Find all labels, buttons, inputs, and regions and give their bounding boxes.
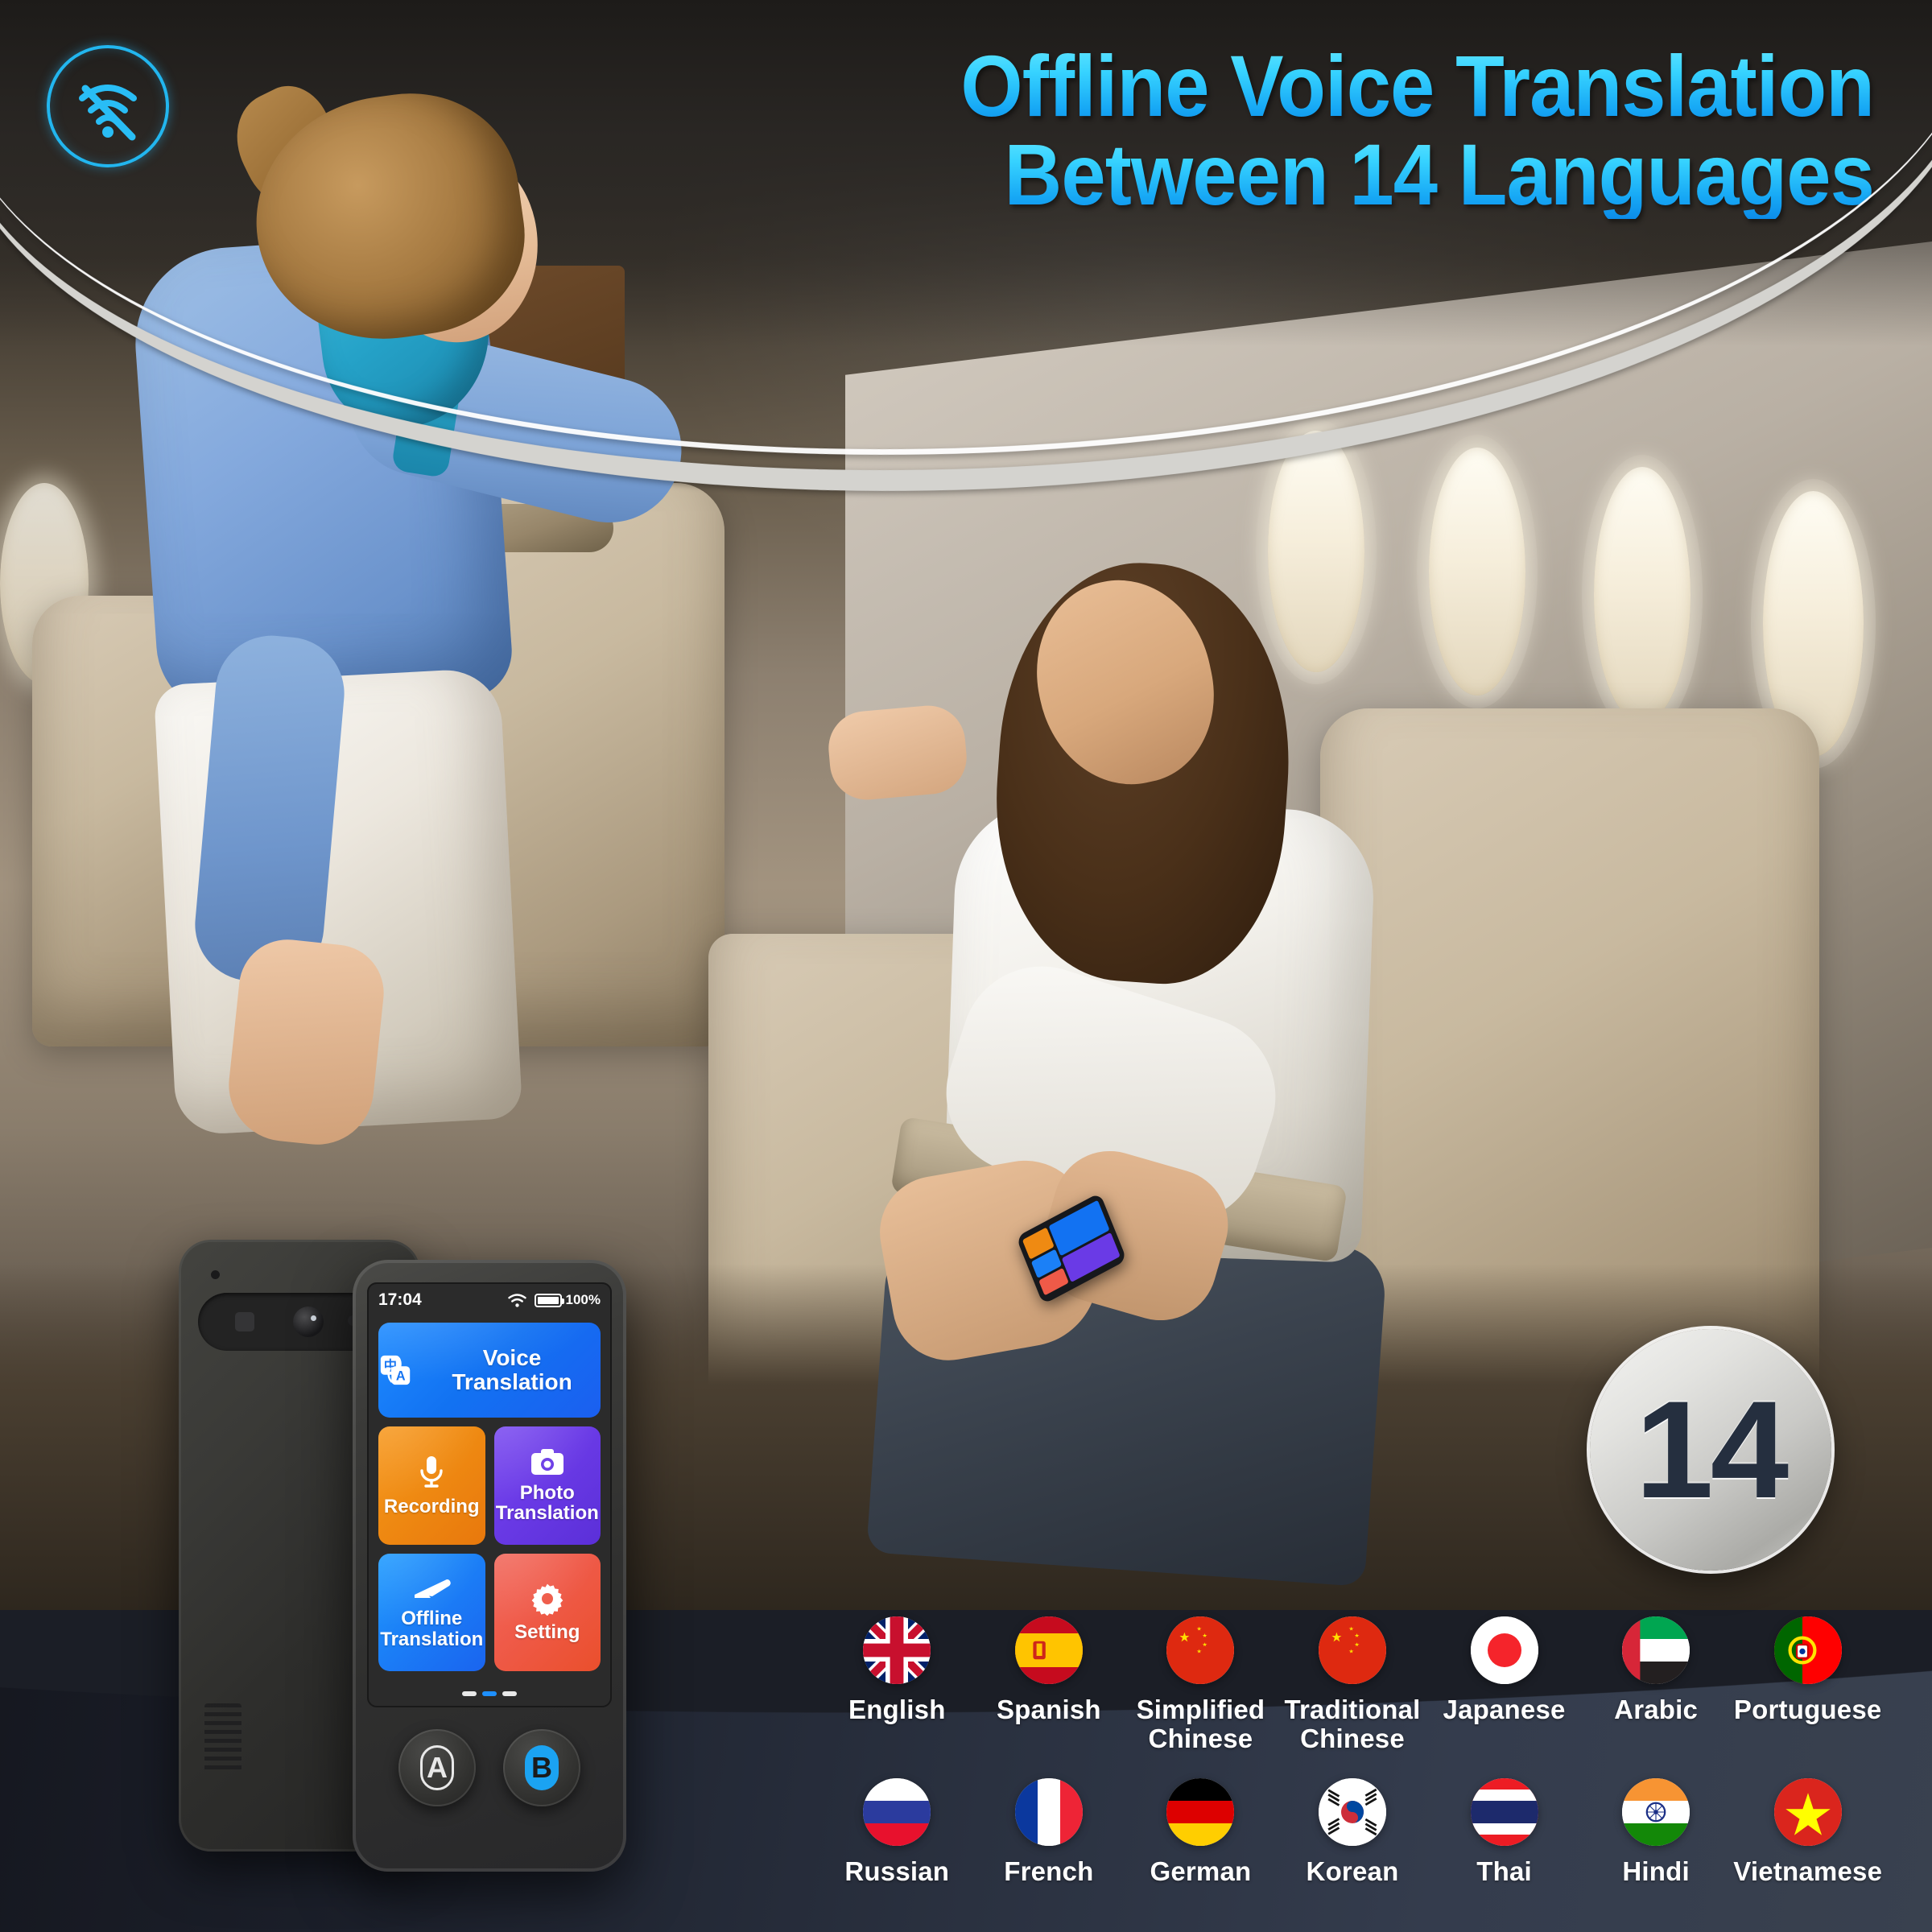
translate-target-char: A	[396, 1368, 406, 1383]
cabin-window	[1429, 448, 1525, 696]
page-indicator[interactable]	[378, 1680, 601, 1707]
language-item-french[interactable]: French	[973, 1778, 1125, 1886]
language-count-value: 14	[1635, 1373, 1789, 1527]
tile-label: Setting	[514, 1620, 580, 1643]
tile-label: Recording	[383, 1496, 480, 1518]
sensor-dot-icon	[211, 1270, 220, 1279]
battery-full-icon	[534, 1293, 564, 1307]
translate-icon: 中 A	[380, 1355, 411, 1385]
language-item-arabic[interactable]: Arabic	[1580, 1616, 1732, 1752]
status-time: 17:04	[378, 1290, 422, 1309]
language-label: Korean	[1306, 1856, 1399, 1887]
language-item-spanish[interactable]: Spanish	[973, 1616, 1125, 1752]
tile-setting[interactable]: Setting	[493, 1553, 601, 1671]
flag-uk-icon	[863, 1616, 931, 1684]
page-dot-active[interactable]	[482, 1691, 497, 1696]
language-flag-grid: English Spanish Simplified Chinese Tradi…	[821, 1616, 1884, 1886]
tile-photo-translation[interactable]: Photo Translation	[493, 1426, 601, 1545]
button-a-label: A	[420, 1745, 454, 1790]
microphone-icon	[420, 1456, 443, 1488]
language-item-english[interactable]: English	[821, 1616, 973, 1752]
battery-percent: 100%	[565, 1292, 601, 1307]
language-item-simplified-chinese[interactable]: Simplified Chinese	[1125, 1616, 1277, 1752]
flag-china-icon	[1318, 1616, 1386, 1684]
language-label: Simplified Chinese	[1136, 1695, 1265, 1753]
button-b[interactable]: B	[503, 1729, 580, 1806]
flag-uae-icon	[1622, 1616, 1690, 1684]
speaker-grille	[204, 1703, 242, 1774]
language-item-traditional-chinese[interactable]: Traditional Chinese	[1277, 1616, 1429, 1752]
button-b-label: B	[525, 1745, 559, 1790]
cabin-window	[1594, 467, 1690, 723]
language-label: Thai	[1476, 1856, 1532, 1887]
tile-recording[interactable]: Recording	[378, 1426, 485, 1545]
camera-lens-icon	[293, 1307, 324, 1337]
flag-korea-icon	[1318, 1778, 1386, 1847]
flag-japan-icon	[1470, 1616, 1538, 1684]
tile-row: Offline Translation Setting	[378, 1553, 601, 1671]
flag-spain-icon	[1014, 1616, 1083, 1684]
translator-device-front: 17:04 100% 中 A Voice Translation Recordi…	[353, 1260, 626, 1872]
camera-icon	[530, 1448, 564, 1475]
language-item-japanese[interactable]: Japanese	[1428, 1616, 1580, 1752]
language-label: German	[1150, 1856, 1252, 1887]
tile-voice-translation[interactable]: 中 A Voice Translation	[378, 1323, 601, 1418]
flag-vietnam-icon	[1773, 1778, 1842, 1847]
button-a[interactable]: A	[398, 1729, 476, 1806]
language-label: English	[848, 1695, 946, 1724]
language-item-portuguese[interactable]: Portuguese	[1732, 1616, 1884, 1752]
tile-offline-translation[interactable]: Offline Translation	[378, 1553, 485, 1671]
page-dot[interactable]	[502, 1691, 517, 1696]
attendant-hand	[825, 702, 970, 803]
device-buttons: A B	[367, 1707, 612, 1828]
attendant-lower-hand	[223, 935, 389, 1150]
airplane-icon	[415, 1579, 451, 1599]
language-label: Traditional Chinese	[1284, 1695, 1421, 1753]
wifi-icon	[507, 1293, 526, 1307]
language-label: Spanish	[996, 1695, 1101, 1724]
language-item-vietnamese[interactable]: Vietnamese	[1732, 1778, 1884, 1886]
language-item-hindi[interactable]: Hindi	[1580, 1778, 1732, 1886]
language-label: Arabic	[1614, 1695, 1699, 1724]
flag-thailand-icon	[1470, 1778, 1538, 1847]
flag-portugal-icon	[1773, 1616, 1842, 1684]
flag-france-icon	[1014, 1778, 1083, 1847]
marketing-banner: Offline Voice Translation Between 14 Lan…	[0, 0, 1932, 1932]
language-label: Russian	[844, 1856, 950, 1887]
gear-icon	[531, 1583, 564, 1616]
tile-label: Photo Translation	[495, 1481, 599, 1525]
language-item-thai[interactable]: Thai	[1428, 1778, 1580, 1886]
cabin-window	[1268, 431, 1364, 672]
language-count-badge: 14	[1590, 1329, 1831, 1571]
tile-label: Voice Translation	[452, 1345, 572, 1394]
language-item-russian[interactable]: Russian	[821, 1778, 973, 1886]
device-screen: 17:04 100% 中 A Voice Translation Recordi…	[367, 1282, 612, 1707]
flag-china-icon	[1166, 1616, 1235, 1684]
app-tile-grid: 中 A Voice Translation Recording Photo Tr…	[367, 1318, 612, 1707]
flag-germany-icon	[1166, 1778, 1235, 1847]
flash-icon	[235, 1312, 254, 1331]
language-label: Vietnamese	[1733, 1856, 1883, 1887]
page-dot[interactable]	[462, 1691, 477, 1696]
tile-row: Recording Photo Translation	[378, 1426, 601, 1545]
status-bar: 17:04 100%	[367, 1282, 612, 1318]
language-label: Japanese	[1443, 1695, 1566, 1724]
tile-label: Offline Translation	[380, 1608, 484, 1650]
flag-russia-icon	[863, 1778, 931, 1847]
language-item-german[interactable]: German	[1125, 1778, 1277, 1886]
flag-india-icon	[1622, 1778, 1690, 1847]
language-label: Portuguese	[1733, 1695, 1882, 1724]
language-label: Hindi	[1622, 1856, 1690, 1887]
language-label: French	[1004, 1856, 1094, 1887]
language-item-korean[interactable]: Korean	[1277, 1778, 1429, 1886]
